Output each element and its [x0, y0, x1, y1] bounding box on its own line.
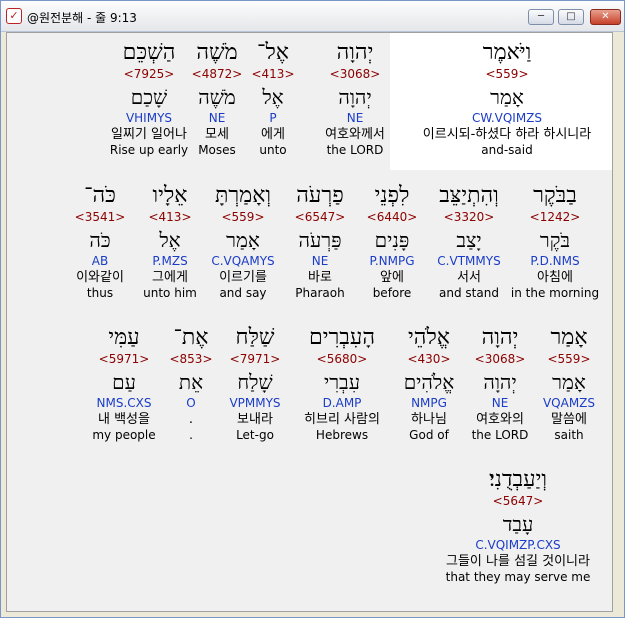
word-ko: 이와같이 [76, 270, 124, 285]
word-heb: וְיַעַבְדֻנִי׃ [489, 467, 547, 492]
word-sn: <5647> [492, 494, 544, 508]
word-column[interactable]: וְיַעַבְדֻנִי׃ <5647> עָבַד C.VQIMZP.CXS 그들이… [418, 466, 612, 585]
title-bar[interactable]: ✓ @원전분해 - 줄 9:13 ─ □ ✕ [1, 1, 624, 32]
close-button[interactable]: ✕ [590, 9, 621, 25]
word-root: עָבַד [502, 512, 534, 536]
word-morph: NMS.CXS [96, 396, 152, 410]
window-title: @원전분해 - 줄 9:13 [27, 11, 137, 25]
word-ko: 내 백성을 [98, 412, 150, 427]
word-heb: עַמִּי [108, 325, 140, 350]
word-en: that they may serve me [445, 570, 591, 584]
word-column[interactable]: הַשְׁכֵּם <7925> שָׁכַם VHIMYS 일찌기 일어나 Rise u… [49, 39, 249, 158]
minimize-button[interactable]: ─ [528, 9, 554, 25]
word-root: שָׁכַם [130, 85, 168, 109]
word-en: Rise up early [109, 143, 189, 157]
word-sn: <7925> [123, 67, 175, 81]
word-heb: הַשְׁכֵּם [122, 40, 176, 65]
word-root: עַם [112, 370, 136, 394]
app-window: ✓ @원전분해 - 줄 9:13 ─ □ ✕ וַיֹּאמֶר <559> אָמ… [0, 0, 625, 618]
word-en: my people [92, 428, 156, 442]
interlinear-view: וַיֹּאמֶר <559> אָמַר CW.VQIMZS 이르시되-하셨다 하라 … [6, 32, 613, 612]
word-morph: C.VQIMZP.CXS [475, 538, 561, 552]
word-morph: AB [91, 254, 109, 268]
word-sn: <3541> [74, 210, 126, 224]
word-ko: 일찌기 일어나 [111, 127, 187, 142]
word-column[interactable]: כֹּה־ <3541> כֹּה AB 이와같이 thus [7, 182, 200, 301]
word-column[interactable]: עַמִּי <5971> עַם NMS.CXS 내 백성을 my people [24, 324, 224, 443]
word-sn: <5971> [98, 352, 150, 366]
word-heb: כֹּה־ [84, 183, 116, 208]
word-ko: 그들이 나를 섬길 것이니라 [446, 554, 590, 569]
word-en: thus [86, 286, 114, 300]
maximize-button[interactable]: □ [558, 9, 584, 25]
word-root: כֹּה [89, 228, 111, 252]
app-icon[interactable]: ✓ [6, 8, 22, 24]
word-morph: VHIMYS [125, 111, 173, 125]
